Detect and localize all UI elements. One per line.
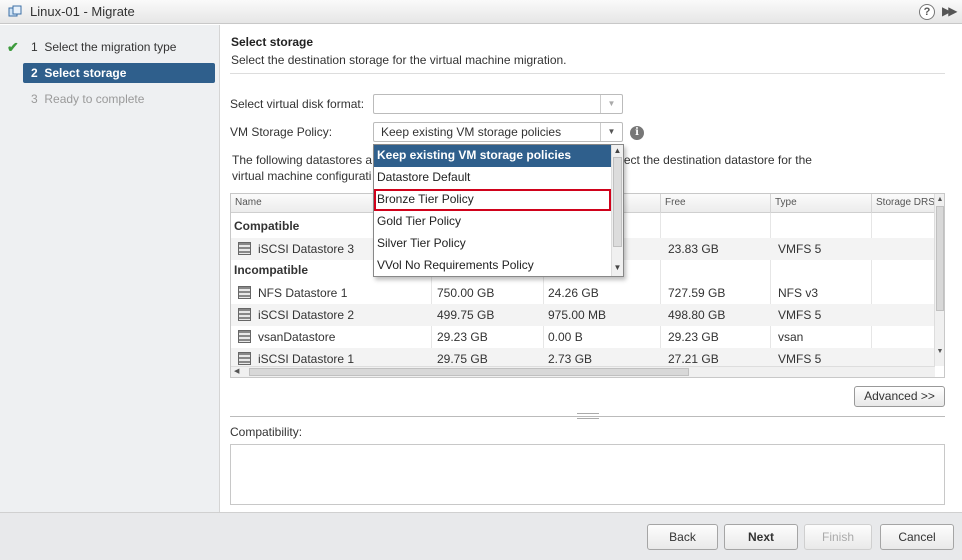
storage-policy-select[interactable]: Keep existing VM storage policies ▼	[373, 122, 623, 142]
datastore-capacity: 499.75 GB	[437, 308, 495, 322]
compatibility-panel	[230, 444, 945, 505]
datastore-capacity: 750.00 GB	[437, 286, 495, 300]
scroll-down-icon[interactable]: ▼	[935, 346, 944, 357]
storage-policy-label: VM Storage Policy:	[230, 125, 333, 139]
table-horizontal-scrollbar[interactable]: ◀	[231, 366, 935, 377]
dropdown-option-gold-tier[interactable]: Gold Tier Policy	[374, 211, 611, 233]
scroll-up-icon[interactable]: ▲	[612, 146, 623, 155]
compatibility-label: Compatibility:	[230, 425, 303, 439]
datastore-type: VMFS 5	[778, 308, 822, 322]
table-row[interactable]: vsanDatastore 29.23 GB 0.00 B 29.23 GB v…	[231, 326, 935, 348]
datastore-type: NFS v3	[778, 286, 819, 300]
dropdown-option-silver-tier[interactable]: Silver Tier Policy	[374, 233, 611, 255]
datastore-icon	[238, 308, 251, 321]
column-header-storage-drs[interactable]: Storage DRS	[876, 197, 935, 208]
step-select-storage[interactable]: 2 Select storage	[23, 63, 215, 83]
step-number: 1	[31, 40, 38, 54]
disk-format-label: Select virtual disk format:	[230, 97, 365, 111]
dropdown-option-bronze-tier[interactable]: Bronze Tier Policy	[374, 189, 611, 211]
section-subtitle: Select the destination storage for the v…	[231, 53, 567, 67]
datastore-provisioned: 0.00 B	[548, 330, 583, 344]
datastore-free: 498.80 GB	[668, 308, 726, 322]
chevron-down-icon: ▼	[600, 95, 622, 113]
checkmark-icon: ✔	[7, 39, 19, 55]
wizard-steps-sidebar: ✔ 1 Select the migration type 2 Select s…	[0, 25, 220, 512]
storage-policy-value: Keep existing VM storage policies	[381, 125, 562, 139]
column-separator	[871, 194, 872, 213]
table-vertical-scrollbar[interactable]: ▲ ▼	[934, 194, 944, 366]
vm-migrate-icon	[8, 5, 22, 17]
scroll-up-icon[interactable]: ▲	[935, 194, 944, 205]
window-title: Linux-01 - Migrate	[30, 4, 135, 19]
datastore-name: NFS Datastore 1	[258, 286, 348, 300]
step-number: 3	[31, 92, 38, 106]
datastore-type: VMFS 5	[778, 242, 822, 256]
help-icon[interactable]: ?	[919, 4, 935, 20]
description-text-1: The following datastores a	[232, 153, 373, 167]
scroll-down-icon[interactable]: ▼	[612, 263, 623, 272]
step-label: Ready to complete	[44, 92, 145, 106]
scroll-thumb[interactable]	[936, 206, 944, 311]
datastore-type: VMFS 5	[778, 352, 822, 366]
datastore-free: 23.83 GB	[668, 242, 719, 256]
column-separator	[660, 194, 661, 213]
wizard-footer: Back Next Finish Cancel	[0, 512, 962, 560]
datastore-name: iSCSI Datastore 2	[258, 308, 355, 322]
cancel-button[interactable]: Cancel	[880, 524, 954, 550]
table-row[interactable]: iSCSI Datastore 2 499.75 GB 975.00 MB 49…	[231, 304, 935, 326]
column-header-free[interactable]: Free	[665, 197, 686, 208]
column-header-type[interactable]: Type	[775, 197, 797, 208]
step-ready-to-complete: 3 Ready to complete	[31, 89, 144, 109]
scroll-thumb[interactable]	[613, 157, 622, 247]
group-compatible: Compatible	[234, 219, 300, 233]
description-text-3: virtual machine configurati	[232, 169, 372, 183]
table-row[interactable]: iSCSI Datastore 1 29.75 GB 2.73 GB 27.21…	[231, 348, 935, 366]
datastore-name: iSCSI Datastore 1	[258, 352, 355, 366]
datastore-provisioned: 2.73 GB	[548, 352, 593, 366]
splitter-grip-icon[interactable]	[577, 413, 599, 419]
info-icon[interactable]: i	[630, 126, 644, 140]
finish-button: Finish	[804, 524, 872, 550]
window-titlebar: Linux-01 - Migrate ? ▶▶	[0, 0, 962, 24]
next-button[interactable]: Next	[724, 524, 798, 550]
group-incompatible: Incompatible	[234, 263, 309, 277]
datastore-free: 27.21 GB	[668, 352, 719, 366]
dropdown-option-keep-existing[interactable]: Keep existing VM storage policies	[374, 145, 611, 167]
datastore-capacity: 29.75 GB	[437, 352, 488, 366]
step-label: Select storage	[44, 66, 127, 80]
scroll-left-icon[interactable]: ◀	[234, 367, 239, 377]
datastore-type: vsan	[778, 330, 804, 344]
datastore-icon	[238, 330, 251, 343]
scroll-thumb[interactable]	[249, 368, 689, 376]
column-separator	[770, 194, 771, 213]
datastore-icon	[238, 242, 251, 255]
datastore-capacity: 29.23 GB	[437, 330, 488, 344]
divider	[230, 73, 945, 74]
step-label: Select the migration type	[44, 40, 177, 54]
datastore-name: iSCSI Datastore 3	[258, 242, 355, 256]
table-row[interactable]: NFS Datastore 1 750.00 GB 24.26 GB 727.5…	[231, 282, 935, 304]
dropdown-option-datastore-default[interactable]: Datastore Default	[374, 167, 611, 189]
dropdown-option-vvol-no-requirements[interactable]: VVol No Requirements Policy	[374, 255, 611, 277]
step-select-migration-type[interactable]: ✔ 1 Select the migration type	[0, 37, 220, 57]
chevron-down-icon: ▼	[600, 123, 622, 141]
dropdown-scrollbar[interactable]: ▲ ▼	[611, 145, 623, 276]
disk-format-select[interactable]: ▼	[373, 94, 623, 114]
datastore-provisioned: 24.26 GB	[548, 286, 599, 300]
datastore-free: 29.23 GB	[668, 330, 719, 344]
datastore-provisioned: 975.00 MB	[548, 308, 607, 322]
back-button[interactable]: Back	[647, 524, 718, 550]
expand-icon[interactable]: ▶▶	[942, 4, 958, 18]
section-title: Select storage	[231, 35, 314, 49]
column-header-name[interactable]: Name	[235, 197, 262, 208]
datastore-icon	[238, 352, 251, 365]
datastore-free: 727.59 GB	[668, 286, 726, 300]
datastore-name: vsanDatastore	[258, 330, 336, 344]
datastore-icon	[238, 286, 251, 299]
storage-policy-dropdown: Keep existing VM storage policies Datast…	[373, 144, 624, 277]
step-number: 2	[31, 66, 38, 80]
advanced-button[interactable]: Advanced >>	[854, 386, 945, 407]
